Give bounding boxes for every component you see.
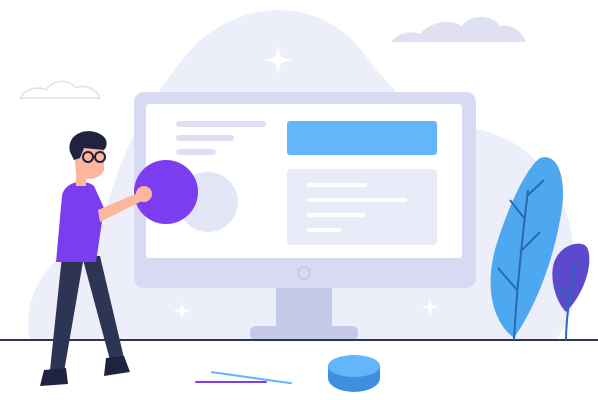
floor-line-purple — [195, 381, 267, 383]
disc-top — [328, 355, 380, 377]
monitor-stand-neck — [276, 282, 332, 328]
cloud-icon — [18, 80, 102, 99]
disc-icon — [328, 355, 380, 392]
person-shoe — [104, 356, 130, 376]
screen-card — [287, 169, 437, 245]
card-text-line — [307, 198, 407, 202]
card-text-line — [307, 213, 365, 217]
person-shirt — [56, 181, 104, 262]
screen-banner — [287, 121, 437, 155]
cloud-icon — [392, 17, 526, 42]
person-shoe — [40, 368, 68, 386]
illustration-canvas — [0, 10, 598, 392]
screen-text-line — [176, 121, 266, 127]
card-text-line — [307, 228, 341, 232]
ground-line — [0, 339, 598, 341]
card-text-line — [307, 183, 367, 187]
monitor-stand-base — [250, 326, 358, 340]
person-hand — [136, 186, 152, 202]
screen-text-line — [176, 149, 216, 155]
screen-text-line — [176, 135, 234, 141]
